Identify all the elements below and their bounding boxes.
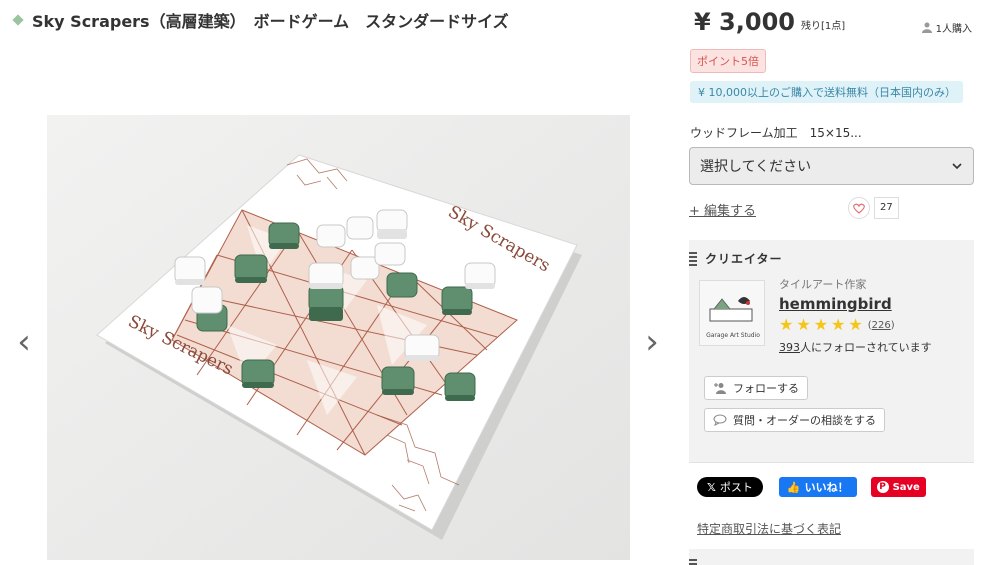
- price-row: ¥ 3,000 残り[1点]: [694, 8, 845, 36]
- next-section-header: [689, 549, 974, 565]
- stripe-icon: [689, 251, 697, 266]
- follower-suffix: 人にフォローされています: [800, 341, 932, 354]
- x-post-button[interactable]: 𝕏 ポスト: [697, 477, 763, 497]
- product-title: Sky Scrapers（高層建築） ボードゲーム スタンダードサイズ: [32, 12, 509, 31]
- consult-button[interactable]: 質問・オーダーの相談をする: [704, 408, 885, 432]
- creator-card: クリエイター Garage Art Studio タイルアート作家 hemmin…: [689, 240, 974, 462]
- facebook-like-button[interactable]: 👍 いいね！: [778, 477, 857, 497]
- legal-notice-link[interactable]: 特定商取引法に基づく表記: [697, 520, 841, 537]
- consult-button-label: 質問・オーダーの相談をする: [733, 414, 876, 427]
- star-icon: ★: [796, 315, 811, 334]
- product-title-row: Sky Scrapers（高層建築） ボードゲーム スタンダードサイズ: [12, 8, 509, 32]
- favorite-group: 27: [848, 197, 899, 219]
- creator-heading-label: クリエイター: [705, 252, 783, 266]
- facebook-like-label: いいね！: [804, 481, 849, 494]
- avatar-caption: Garage Art Studio: [706, 332, 760, 339]
- avatar-logo: Garage Art Studio: [700, 281, 764, 345]
- x-post-label: ポスト: [719, 481, 753, 494]
- buyer-count: 1人購入: [921, 20, 972, 35]
- creator-avatar[interactable]: Garage Art Studio: [699, 280, 765, 346]
- speech-bubble-icon: [713, 414, 727, 426]
- creator-role: タイルアート作家: [779, 278, 867, 291]
- chevron-down-icon: [952, 163, 962, 170]
- follow-button-label: フォローする: [733, 382, 799, 395]
- review-count-link[interactable]: 226: [872, 320, 891, 331]
- option-select-value: 選択してください: [700, 159, 812, 175]
- x-logo-icon: 𝕏: [707, 480, 716, 494]
- point-badge: ポイント5倍: [690, 49, 766, 73]
- follow-user-icon: [714, 383, 726, 394]
- image-gallery: ‹ Sky Scrapers Sky Scrapers ›: [0, 60, 680, 565]
- buyer-count-label: 1人購入: [935, 24, 972, 35]
- stripe-icon: [689, 559, 697, 565]
- follower-info: 393人にフォローされています: [779, 339, 932, 355]
- star-icon: ★: [779, 315, 794, 334]
- follower-count-link[interactable]: 393: [779, 341, 800, 354]
- option-label: ウッドフレーム加工 15×15...: [690, 126, 862, 140]
- pinterest-icon: P: [876, 481, 889, 493]
- pinterest-save-button[interactable]: P Save: [870, 477, 926, 497]
- person-icon: [921, 22, 932, 33]
- next-image-button[interactable]: ›: [640, 325, 664, 359]
- free-shipping-note: ¥ 10,000以上のご購入で送料無料（日本国内のみ）: [690, 81, 963, 103]
- review-count: (226): [868, 320, 895, 331]
- star-icon: ★: [848, 315, 863, 334]
- pinterest-save-label: Save: [892, 481, 920, 493]
- option-select[interactable]: 選択してください: [689, 147, 974, 185]
- favorite-count: 27: [874, 197, 899, 219]
- rating-stars: ★ ★ ★ ★ ★ (226): [779, 317, 895, 333]
- product-photo: Sky Scrapers Sky Scrapers: [47, 115, 630, 560]
- purchase-panel: ¥ 3,000 残り[1点] 1人購入 ポイント5倍 ¥ 10,000以上のご購…: [688, 0, 978, 565]
- review-paren-close: ): [890, 319, 895, 331]
- star-icon: ★: [831, 315, 846, 334]
- divider: [689, 462, 974, 463]
- creator-name-link[interactable]: hemmingbird: [779, 295, 892, 313]
- creator-heading: クリエイター: [689, 250, 783, 267]
- edit-link[interactable]: + 編集する: [689, 200, 756, 219]
- share-buttons: 𝕏 ポスト 👍 いいね！ P Save: [697, 477, 926, 497]
- follow-button[interactable]: フォローする: [704, 376, 808, 400]
- thumbs-up-icon: 👍: [786, 480, 801, 494]
- diamond-icon: [12, 14, 24, 26]
- price: ¥ 3,000: [694, 8, 795, 36]
- heart-icon: [853, 203, 865, 214]
- previous-image-button[interactable]: ‹: [12, 325, 36, 359]
- stock-remaining: 残り[1点]: [800, 21, 846, 32]
- favorite-button[interactable]: [848, 197, 870, 219]
- star-icon: ★: [813, 315, 829, 334]
- board-game-illustration: Sky Scrapers Sky Scrapers: [47, 115, 630, 560]
